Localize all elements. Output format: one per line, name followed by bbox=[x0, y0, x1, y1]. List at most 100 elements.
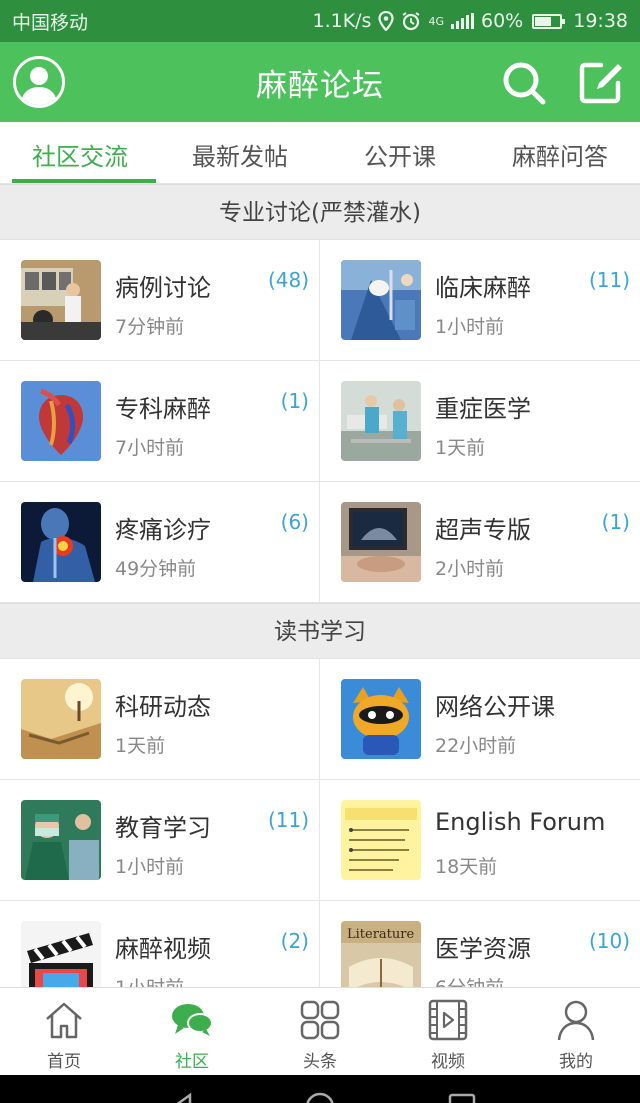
post-count: (48) bbox=[267, 268, 309, 292]
signal-icon bbox=[451, 13, 474, 29]
forum-time: 22小时前 bbox=[435, 735, 517, 757]
section-title: 专业讨论(严禁灌水) bbox=[0, 184, 640, 240]
forum-title: 超声专版 bbox=[435, 516, 531, 544]
forum-time: 1天前 bbox=[435, 437, 486, 459]
forum-time: 6分钟前 bbox=[435, 973, 504, 987]
home-button-icon[interactable] bbox=[306, 1092, 334, 1103]
forum-item[interactable]: 专科麻醉 7小时前 (1) bbox=[0, 361, 320, 482]
forum-time: 2小时前 bbox=[435, 558, 505, 580]
forum-item[interactable]: 重症医学 1天前 bbox=[320, 361, 640, 482]
forum-time: 1小时前 bbox=[435, 316, 505, 338]
nav-label: 视频 bbox=[431, 1052, 465, 1072]
home-icon bbox=[46, 1002, 82, 1039]
section-title: 读书学习 bbox=[0, 603, 640, 659]
forum-title: 医学资源 bbox=[435, 935, 531, 963]
forum-time: 18天前 bbox=[435, 856, 498, 878]
user-avatar-button[interactable] bbox=[13, 56, 65, 108]
forum-item[interactable]: 科研动态 1天前 bbox=[0, 659, 320, 780]
forum-time: 49分钟前 bbox=[115, 558, 197, 580]
nav-label: 头条 bbox=[303, 1052, 337, 1072]
forum-item[interactable]: 麻醉视频 1小时前 (2) bbox=[0, 901, 320, 987]
nav-video[interactable]: 视频 bbox=[384, 988, 512, 1075]
nav-headlines[interactable]: 头条 bbox=[256, 988, 384, 1075]
nav-profile[interactable]: 我的 bbox=[512, 988, 640, 1075]
forum-thumbnail bbox=[21, 260, 101, 340]
forum-thumbnail bbox=[341, 679, 421, 759]
alarm-icon bbox=[402, 12, 421, 31]
forum-title: 临床麻醉 bbox=[435, 274, 531, 302]
person-icon bbox=[557, 1000, 595, 1041]
nav-community[interactable]: 社区 bbox=[128, 988, 256, 1075]
network-type: 4G bbox=[428, 14, 444, 28]
forum-thumbnail bbox=[21, 921, 101, 987]
status-bar: 中国移动 1.1K/s 4G 60% 19:38 bbox=[0, 0, 640, 42]
forum-time: 7小时前 bbox=[115, 437, 185, 459]
svg-text:Literature: Literature bbox=[347, 927, 414, 942]
tab-community[interactable]: 社区交流 bbox=[0, 122, 160, 183]
chat-bubbles-icon bbox=[172, 1004, 213, 1036]
forum-title: 病例讨论 bbox=[115, 274, 211, 302]
forum-title: 专科麻醉 bbox=[115, 395, 211, 423]
app-header: 麻醉论坛 bbox=[0, 42, 640, 122]
forum-item[interactable]: 网络公开课 22小时前 bbox=[320, 659, 640, 780]
forum-time: 7分钟前 bbox=[115, 316, 185, 338]
film-icon bbox=[428, 999, 468, 1041]
forum-item[interactable]: 临床麻醉 1小时前 (11) bbox=[320, 240, 640, 361]
nav-home[interactable]: 首页 bbox=[0, 988, 128, 1075]
forum-item[interactable]: 疼痛诊疗 49分钟前 (6) bbox=[0, 482, 320, 603]
nav-label: 我的 bbox=[559, 1052, 593, 1072]
page-title: 麻醉论坛 bbox=[256, 67, 384, 104]
forum-time: 1小时前 bbox=[115, 856, 185, 878]
forum-thumbnail bbox=[341, 381, 421, 461]
forum-thumbnail bbox=[21, 679, 101, 759]
post-count: (11) bbox=[588, 268, 630, 292]
back-icon[interactable] bbox=[176, 1092, 192, 1103]
forum-item[interactable]: 超声专版 2小时前 (1) bbox=[320, 482, 640, 603]
system-nav-bar bbox=[0, 1075, 640, 1103]
forum-title: 麻醉视频 bbox=[115, 935, 211, 963]
post-count: (6) bbox=[280, 510, 309, 534]
battery-icon bbox=[532, 13, 566, 29]
recents-icon[interactable] bbox=[448, 1093, 476, 1103]
forum-thumbnail bbox=[21, 381, 101, 461]
tab-latest-posts[interactable]: 最新发帖 bbox=[160, 122, 320, 183]
nav-label: 首页 bbox=[47, 1052, 81, 1072]
forum-title: 网络公开课 bbox=[435, 693, 555, 721]
post-count: (11) bbox=[267, 808, 309, 832]
forum-item[interactable]: Literature 医学资源 6分钟前 (10) bbox=[320, 901, 640, 987]
forum-item[interactable]: English Forum 18天前 bbox=[320, 780, 640, 901]
post-count: (1) bbox=[280, 389, 309, 413]
forum-thumbnail bbox=[21, 800, 101, 880]
top-tabs: 社区交流 最新发帖 公开课 麻醉问答 bbox=[0, 122, 640, 184]
forum-time: 1小时前 bbox=[115, 973, 184, 987]
carrier-name: 中国移动 bbox=[12, 11, 89, 34]
forum-list[interactable]: 专业讨论(严禁灌水) 病例讨论 7分钟前 (48) 临床麻醉 1小时前 (11)… bbox=[0, 184, 640, 987]
post-count: (2) bbox=[280, 929, 309, 953]
compose-icon[interactable] bbox=[577, 59, 625, 107]
nav-label: 社区 bbox=[175, 1052, 209, 1072]
tab-qa[interactable]: 麻醉问答 bbox=[480, 122, 640, 183]
location-icon bbox=[378, 11, 395, 31]
forum-title: 重症医学 bbox=[435, 395, 531, 423]
bottom-nav: 首页 社区 头条 视频 我的 bbox=[0, 987, 640, 1075]
forum-time: 1天前 bbox=[115, 735, 166, 757]
avatar-icon bbox=[21, 67, 57, 105]
forum-title: 科研动态 bbox=[115, 693, 211, 721]
forum-thumbnail bbox=[341, 800, 421, 880]
forum-grid: 病例讨论 7分钟前 (48) 临床麻醉 1小时前 (11) 专科麻醉 7小时前 … bbox=[0, 240, 640, 603]
forum-item[interactable]: 教育学习 1小时前 (11) bbox=[0, 780, 320, 901]
forum-thumbnail bbox=[341, 260, 421, 340]
search-icon[interactable] bbox=[500, 59, 548, 107]
forum-thumbnail bbox=[341, 502, 421, 582]
post-count: (1) bbox=[601, 510, 630, 534]
tab-open-course[interactable]: 公开课 bbox=[320, 122, 480, 183]
forum-item[interactable]: 病例讨论 7分钟前 (48) bbox=[0, 240, 320, 361]
post-count: (10) bbox=[588, 929, 630, 953]
grid-icon bbox=[300, 1000, 340, 1040]
clock: 19:38 bbox=[573, 10, 628, 32]
forum-title: 教育学习 bbox=[115, 814, 211, 842]
battery-percent: 60% bbox=[481, 10, 524, 32]
forum-title: 疼痛诊疗 bbox=[115, 516, 211, 544]
forum-thumbnail: Literature bbox=[341, 921, 421, 987]
forum-thumbnail bbox=[21, 502, 101, 582]
